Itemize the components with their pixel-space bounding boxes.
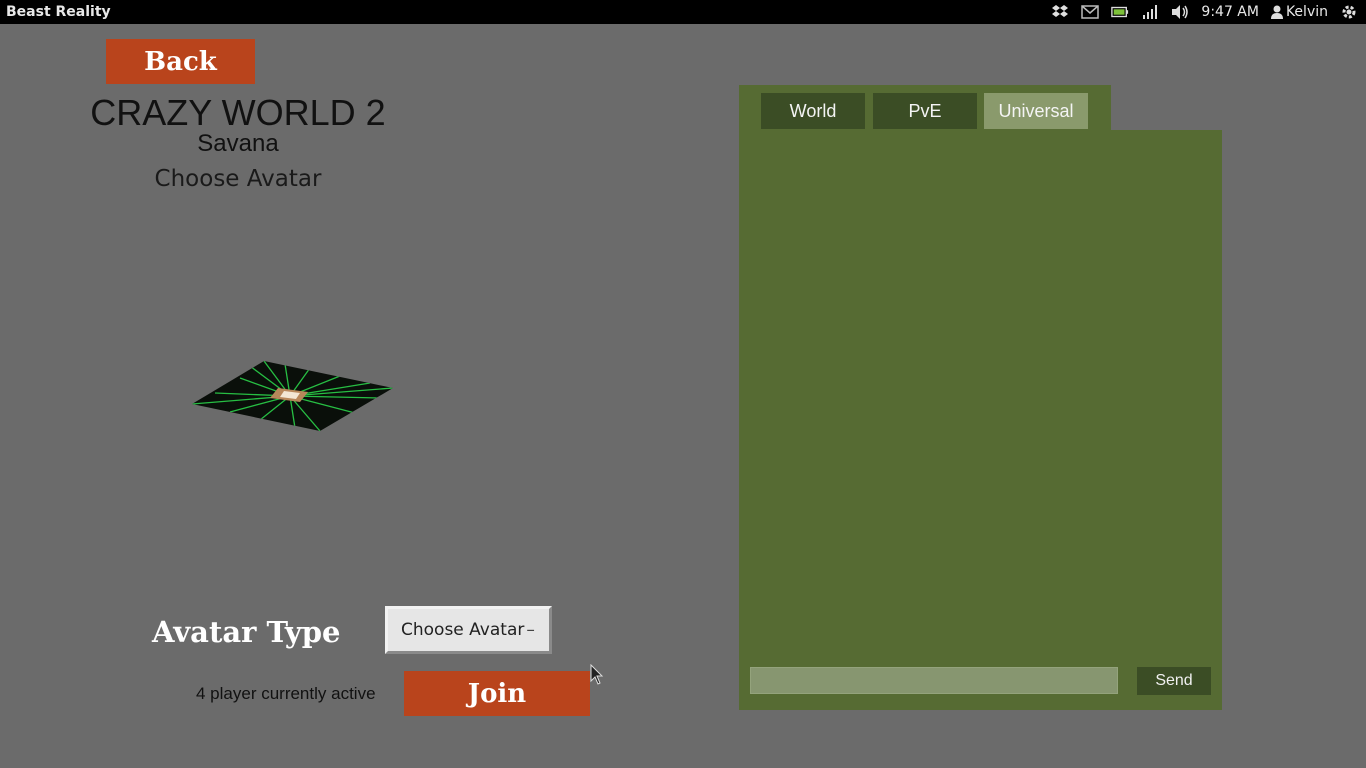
volume-icon[interactable] bbox=[1171, 4, 1189, 20]
top-panel: Beast Reality 9:47 AM Kelvin bbox=[0, 0, 1366, 24]
gear-icon[interactable] bbox=[1340, 4, 1358, 20]
avatar-preview[interactable] bbox=[190, 358, 396, 434]
user-menu[interactable]: Kelvin bbox=[1270, 4, 1328, 20]
world-title: CRAZY WORLD 2 bbox=[90, 92, 386, 133]
join-button[interactable]: Join bbox=[404, 671, 590, 716]
dropdown-handle-icon: – bbox=[526, 620, 535, 640]
tab-world[interactable]: World bbox=[761, 93, 865, 129]
app-title: Beast Reality bbox=[6, 4, 111, 20]
tab-pve[interactable]: PvE bbox=[873, 93, 977, 129]
dropbox-icon[interactable] bbox=[1051, 4, 1069, 20]
choose-avatar-heading: Choose Avatar bbox=[154, 166, 322, 192]
avatar-type-select[interactable]: Choose Avatar – bbox=[385, 606, 552, 654]
active-players-text: 4 player currently active bbox=[196, 684, 376, 703]
battery-icon[interactable] bbox=[1111, 4, 1129, 20]
signal-icon[interactable] bbox=[1141, 4, 1159, 20]
world-subtitle: Savana bbox=[197, 130, 279, 157]
mail-icon[interactable] bbox=[1081, 4, 1100, 20]
send-button[interactable]: Send bbox=[1137, 667, 1211, 695]
chat-panel bbox=[739, 130, 1222, 710]
mouse-cursor-icon bbox=[590, 663, 604, 686]
system-tray: 9:47 AM Kelvin bbox=[1051, 0, 1358, 24]
back-button[interactable]: Back bbox=[106, 39, 255, 84]
tab-universal[interactable]: Universal bbox=[984, 93, 1088, 129]
clock[interactable]: 9:47 AM bbox=[1201, 4, 1259, 20]
avatar-select-value: Choose Avatar bbox=[401, 620, 525, 640]
user-icon bbox=[1270, 4, 1283, 20]
avatar-type-label: Avatar Type bbox=[152, 615, 341, 649]
user-name: Kelvin bbox=[1285, 4, 1328, 20]
chat-message-input[interactable] bbox=[750, 667, 1118, 694]
